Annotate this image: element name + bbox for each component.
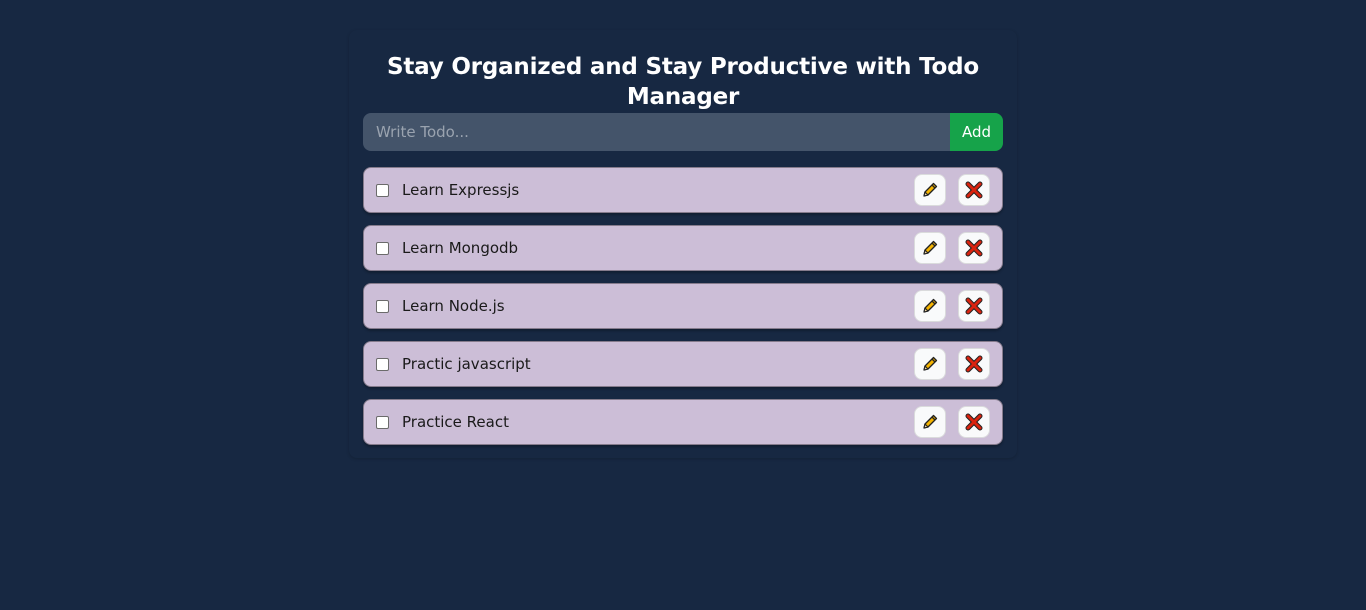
todo-item: Learn Node.js — [363, 283, 1003, 329]
pencil-icon — [923, 356, 938, 371]
close-icon — [965, 297, 983, 315]
todo-text: Learn Expressjs — [402, 181, 520, 199]
edit-todo-button[interactable] — [914, 406, 946, 438]
todo-checkbox[interactable] — [376, 415, 389, 429]
close-icon — [965, 181, 983, 199]
edit-todo-button[interactable] — [914, 174, 946, 206]
todo-text: Practic javascript — [402, 355, 531, 373]
delete-todo-button[interactable] — [958, 406, 990, 438]
todo-text: Practice React — [402, 413, 509, 431]
pencil-icon — [923, 414, 938, 429]
delete-todo-button[interactable] — [958, 290, 990, 322]
todo-manager-card: Stay Organized and Stay Productive with … — [349, 30, 1017, 458]
todo-checkbox[interactable] — [376, 241, 389, 255]
todo-form: Add — [363, 113, 1003, 151]
add-todo-button[interactable]: Add — [950, 113, 1003, 151]
todo-item: Practic javascript — [363, 341, 1003, 387]
delete-todo-button[interactable] — [958, 232, 990, 264]
delete-todo-button[interactable] — [958, 348, 990, 380]
todo-checkbox[interactable] — [376, 357, 389, 371]
edit-todo-button[interactable] — [914, 348, 946, 380]
edit-todo-button[interactable] — [914, 290, 946, 322]
close-icon — [965, 413, 983, 431]
todo-checkbox[interactable] — [376, 299, 389, 313]
pencil-icon — [923, 298, 938, 313]
delete-todo-button[interactable] — [958, 174, 990, 206]
page-title: Stay Organized and Stay Productive with … — [386, 54, 980, 110]
todo-text: Learn Node.js — [402, 297, 505, 315]
edit-todo-button[interactable] — [914, 232, 946, 264]
todo-item: Learn Mongodb — [363, 225, 1003, 271]
todo-list: Learn Expressjs Learn Mongodb Learn Node… — [363, 167, 1003, 457]
close-icon — [965, 239, 983, 257]
todo-item: Learn Expressjs — [363, 167, 1003, 213]
todo-item: Practice React — [363, 399, 1003, 445]
pencil-icon — [923, 240, 938, 255]
todo-input[interactable] — [363, 113, 950, 151]
pencil-icon — [923, 182, 938, 197]
todo-checkbox[interactable] — [376, 183, 389, 197]
todo-text: Learn Mongodb — [402, 239, 519, 257]
close-icon — [965, 355, 983, 373]
